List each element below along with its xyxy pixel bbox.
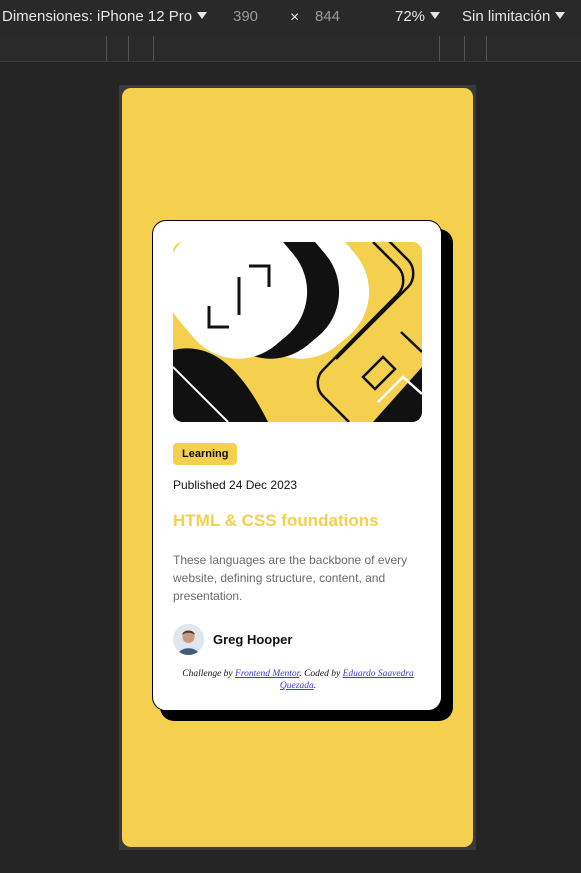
avatar	[173, 624, 204, 655]
throttle-label: Sin limitación	[462, 8, 551, 25]
ruler-tick	[128, 36, 129, 61]
avatar-image	[173, 624, 204, 655]
author-name: Greg Hooper	[213, 632, 293, 647]
close-icon: ×	[290, 9, 300, 26]
frontend-mentor-link[interactable]: Frontend Mentor	[235, 669, 299, 679]
attribution: Challenge by Frontend Mentor. Coded by E…	[173, 668, 423, 692]
ruler-tick	[439, 36, 440, 61]
zoom-label: 72%	[395, 8, 426, 25]
ruler-tick	[486, 36, 487, 61]
ruler-tick	[106, 36, 107, 61]
device-label: Dimensiones: iPhone 12 Pro	[2, 8, 193, 25]
illustration-svg	[173, 242, 422, 422]
ruler-tick	[464, 36, 465, 61]
published-date: Published 24 Dec 2023	[173, 478, 298, 492]
card-title[interactable]: HTML & CSS foundations	[173, 511, 379, 531]
height-input[interactable]: 844	[315, 8, 340, 25]
zoom-select[interactable]: 72%	[395, 8, 441, 25]
caret-down-icon	[197, 12, 208, 19]
ruler-tick	[153, 36, 154, 61]
category-tag[interactable]: Learning	[173, 443, 238, 465]
attribution-suffix: .	[313, 681, 317, 691]
throttle-select[interactable]: Sin limitación	[462, 8, 566, 25]
attribution-middle: . Coded by	[299, 669, 343, 679]
device-select[interactable]: Dimensiones: iPhone 12 Pro	[2, 8, 208, 25]
width-input[interactable]: 390	[233, 8, 258, 25]
card-illustration	[173, 242, 422, 422]
media-query-ruler[interactable]	[0, 36, 581, 62]
attribution-prefix: Challenge by	[182, 669, 236, 679]
caret-down-icon	[555, 12, 566, 19]
card-description: These languages are the backbone of ever…	[173, 553, 408, 603]
devtools-toolbar: Dimensiones: iPhone 12 Pro 390 × 844 72%…	[0, 0, 581, 36]
caret-down-icon	[430, 12, 441, 19]
